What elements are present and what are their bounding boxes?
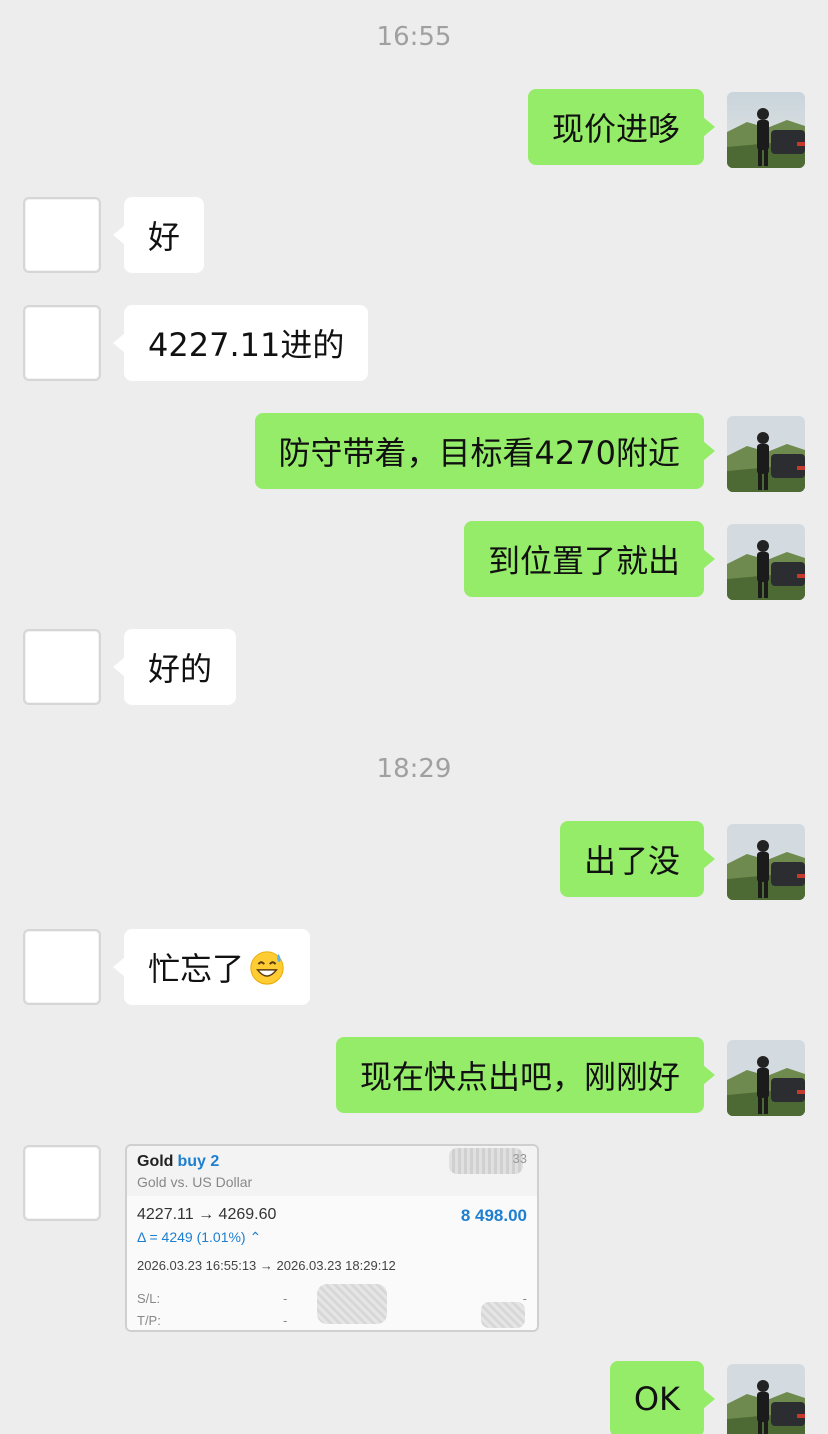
price-delta: Δ = 4249 (1.01%) ⌃ <box>137 1229 262 1245</box>
message-bubble-sent[interactable]: 到位置了就出 <box>463 521 716 597</box>
symbol-description: Gold vs. US Dollar <box>137 1174 253 1190</box>
message-bubble-sent[interactable]: 出了没 <box>559 821 716 897</box>
contact-avatar[interactable] <box>23 305 101 381</box>
my-avatar[interactable] <box>727 824 805 900</box>
trade-symbol: Gold buy 2 <box>137 1153 219 1171</box>
message-bubble-sent[interactable]: OK <box>609 1361 716 1434</box>
message-bubble-received[interactable]: 好的 <box>112 629 237 705</box>
stop-loss-label: S/L: <box>137 1291 161 1306</box>
timestamp: 18:29 <box>376 754 452 784</box>
my-avatar[interactable] <box>727 1364 805 1434</box>
trade-action: buy 2 <box>177 1153 220 1170</box>
message-bubble-received[interactable]: 忙忘了 <box>112 929 311 1005</box>
contact-avatar[interactable] <box>23 929 101 1005</box>
contact-avatar[interactable] <box>23 1145 101 1221</box>
trade-dates: 2026.03.23 16:55:13 → 2026.03.23 18:29:1… <box>137 1258 396 1273</box>
my-avatar[interactable] <box>727 92 805 168</box>
message-bubble-sent[interactable]: 现在快点出吧，刚刚好 <box>335 1037 716 1113</box>
timestamp: 16:55 <box>376 22 452 52</box>
contact-avatar[interactable] <box>23 629 101 705</box>
stop-loss-value: - <box>283 1291 288 1306</box>
trade-card-header: Gold buy 2 Gold vs. US Dollar 33 <box>127 1146 537 1196</box>
trade-card-body: 4227.11 → 4269.60 8 498.00 Δ = 4249 (1.0… <box>127 1196 537 1330</box>
message-bubble-sent[interactable]: 现价进哆 <box>527 89 716 165</box>
symbol-label: Gold <box>137 1153 174 1170</box>
stop-loss-extra: - <box>522 1291 527 1306</box>
contact-avatar[interactable] <box>23 197 101 273</box>
price-range: 4227.11 → 4269.60 <box>137 1206 277 1223</box>
profit-value: 8 498.00 <box>460 1206 527 1225</box>
my-avatar[interactable] <box>727 1040 805 1116</box>
my-avatar[interactable] <box>727 524 805 600</box>
message-bubble-received[interactable]: 好 <box>112 197 205 273</box>
my-avatar[interactable] <box>727 416 805 492</box>
blurred-region <box>317 1284 387 1324</box>
blurred-region <box>481 1302 525 1328</box>
order-code: 33 <box>512 1151 527 1166</box>
message-bubble-sent[interactable]: 防守带着，目标看4270附近 <box>254 413 716 489</box>
take-profit-label: T/P: <box>137 1313 161 1328</box>
take-profit-value: - <box>283 1313 288 1328</box>
message-bubble-received[interactable]: 4227.11进的 <box>112 305 369 381</box>
trade-screenshot-card[interactable]: Gold buy 2 Gold vs. US Dollar 33 4227.11 … <box>125 1144 539 1332</box>
grinning-sweat-emoji-icon <box>248 948 286 986</box>
message-text: 忙忘了 <box>148 950 245 988</box>
